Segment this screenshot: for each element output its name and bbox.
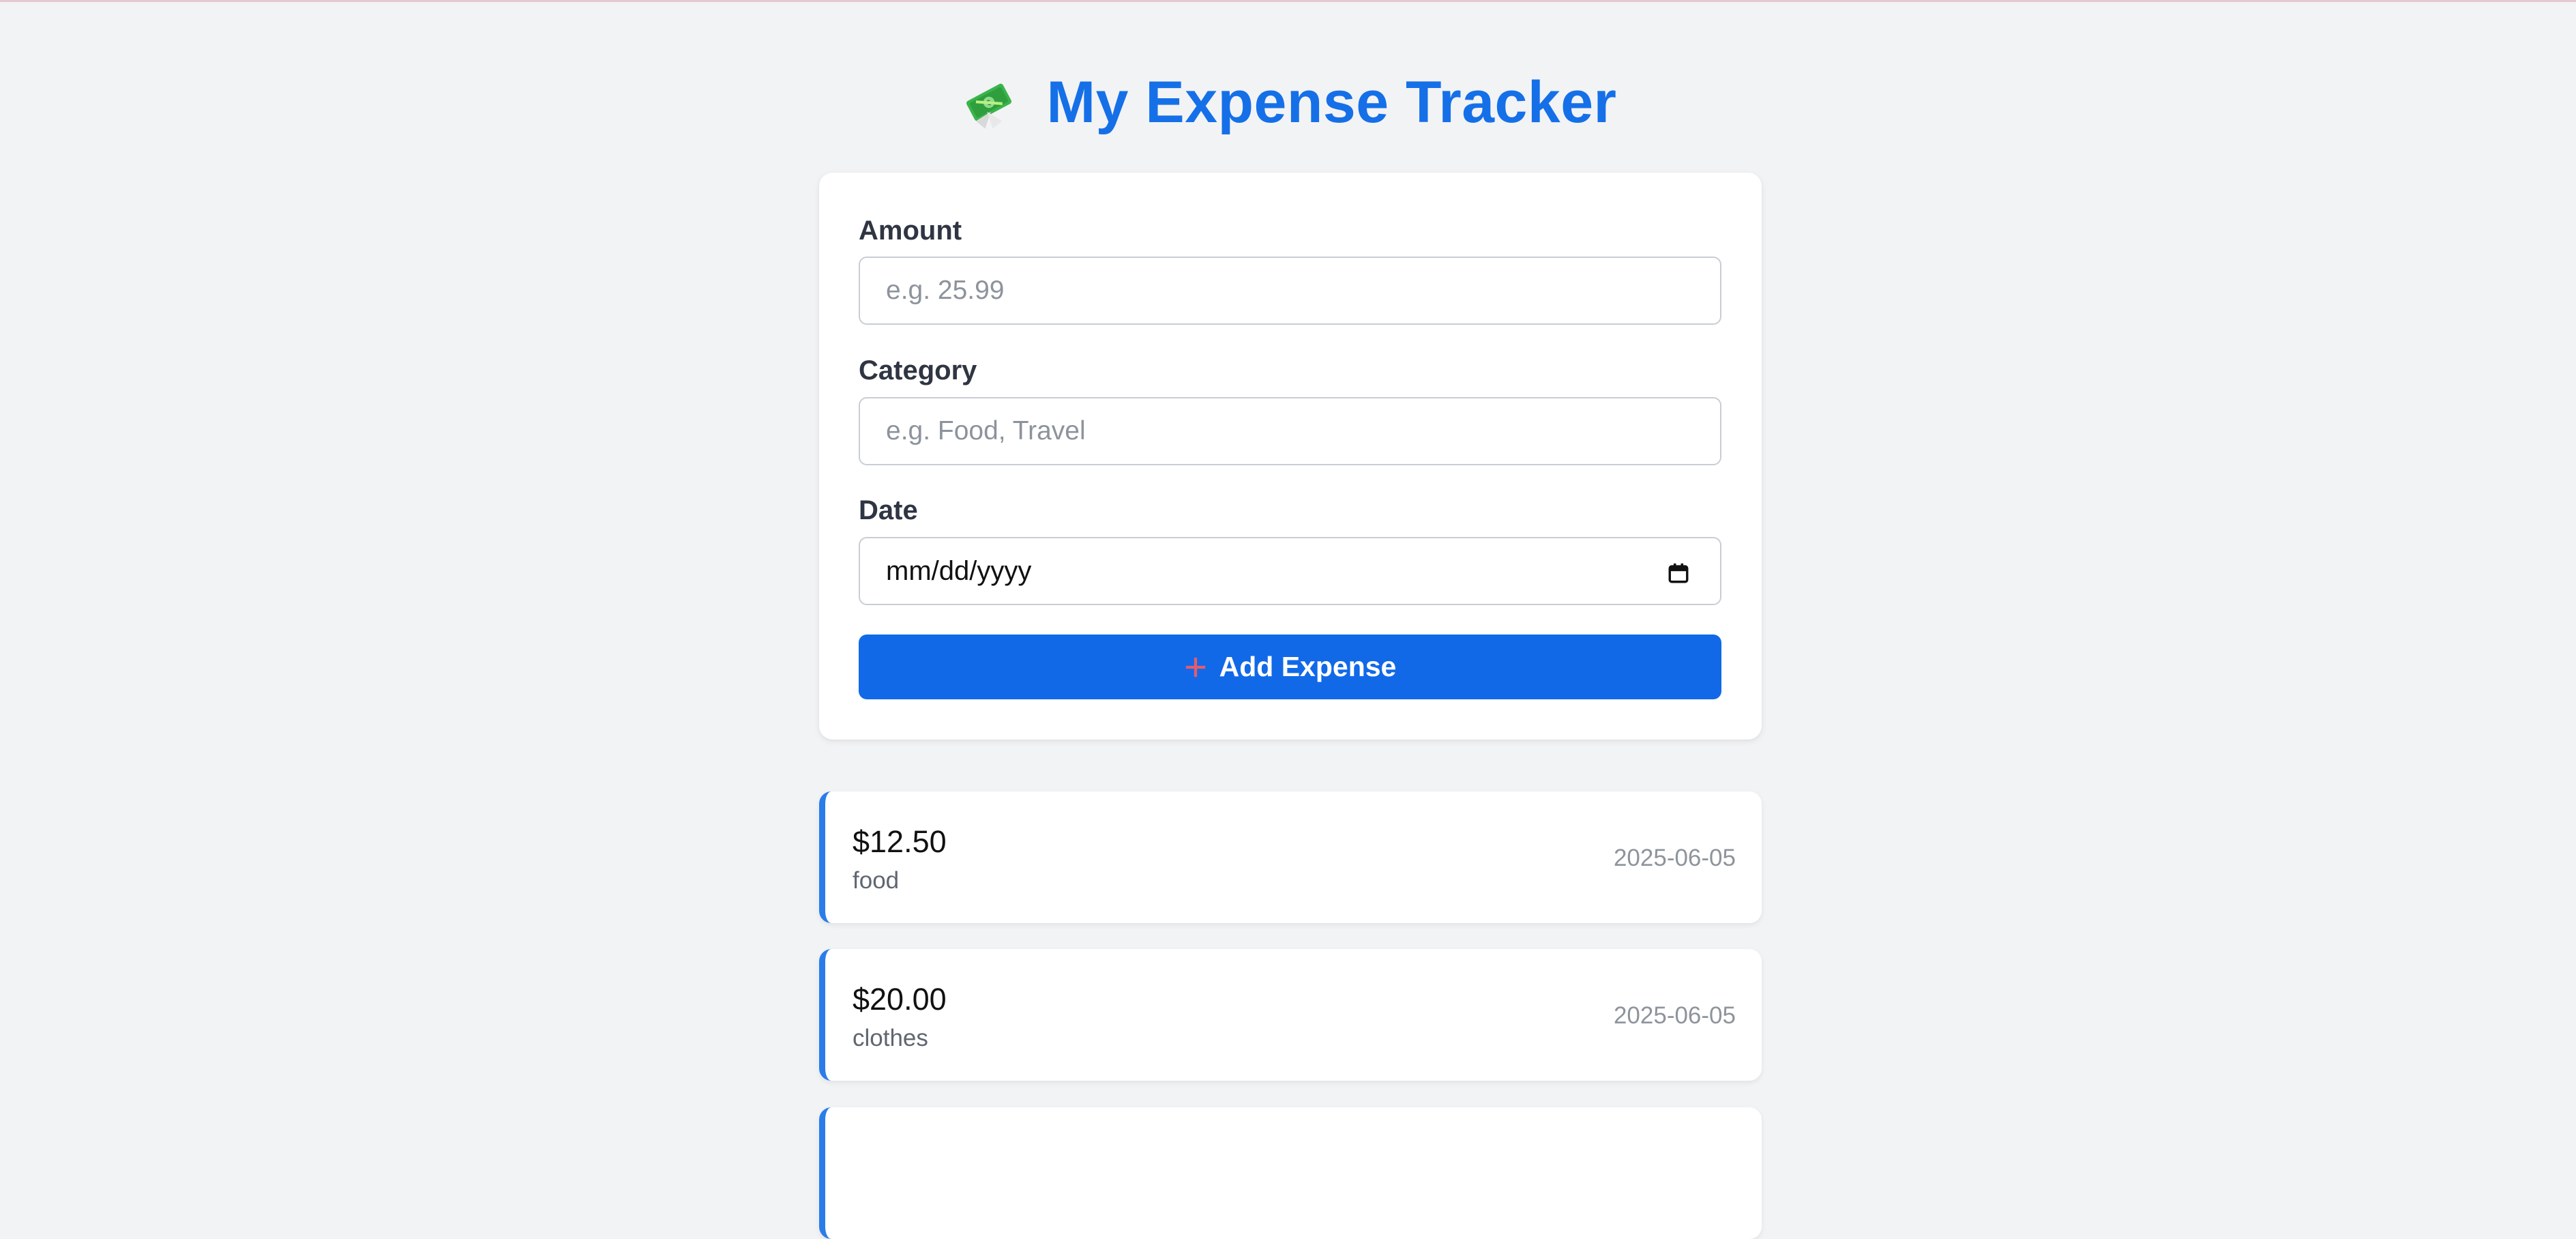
expense-amount: $12.50 bbox=[853, 824, 947, 859]
add-expense-button[interactable]: Add Expense bbox=[859, 635, 1721, 699]
expense-category: food bbox=[853, 867, 900, 894]
expense-date: 2025-06-05 bbox=[1613, 1002, 1736, 1029]
date-input-value: mm/dd/yyyy bbox=[886, 555, 1032, 586]
amount-label: Amount bbox=[859, 216, 962, 246]
plus-icon bbox=[1185, 657, 1205, 677]
page-header: $ My Expense Tracker bbox=[0, 65, 2576, 140]
calendar-icon[interactable] bbox=[1667, 562, 1690, 585]
page-title: My Expense Tracker bbox=[1046, 70, 1617, 135]
add-expense-label: Add Expense bbox=[1219, 651, 1397, 682]
expense-item: $20.00 clothes 2025-06-05 bbox=[819, 949, 1762, 1081]
expense-form-card: Amount Category Date mm/dd/yyyy Add Expe… bbox=[819, 173, 1762, 740]
date-label: Date bbox=[859, 495, 918, 525]
expense-category: clothes bbox=[853, 1025, 928, 1051]
expense-item: $12.50 food 2025-06-05 bbox=[819, 791, 1762, 923]
expense-date: 2025-06-05 bbox=[1613, 845, 1736, 871]
amount-input[interactable] bbox=[859, 257, 1721, 325]
category-label: Category bbox=[859, 355, 977, 385]
category-input[interactable] bbox=[859, 397, 1721, 465]
expense-amount: $20.00 bbox=[853, 982, 947, 1017]
date-input[interactable]: mm/dd/yyyy bbox=[859, 537, 1721, 605]
money-with-wings-icon: $ bbox=[966, 83, 1012, 129]
top-border bbox=[0, 0, 2576, 2]
expense-item-partial bbox=[819, 1107, 1762, 1239]
